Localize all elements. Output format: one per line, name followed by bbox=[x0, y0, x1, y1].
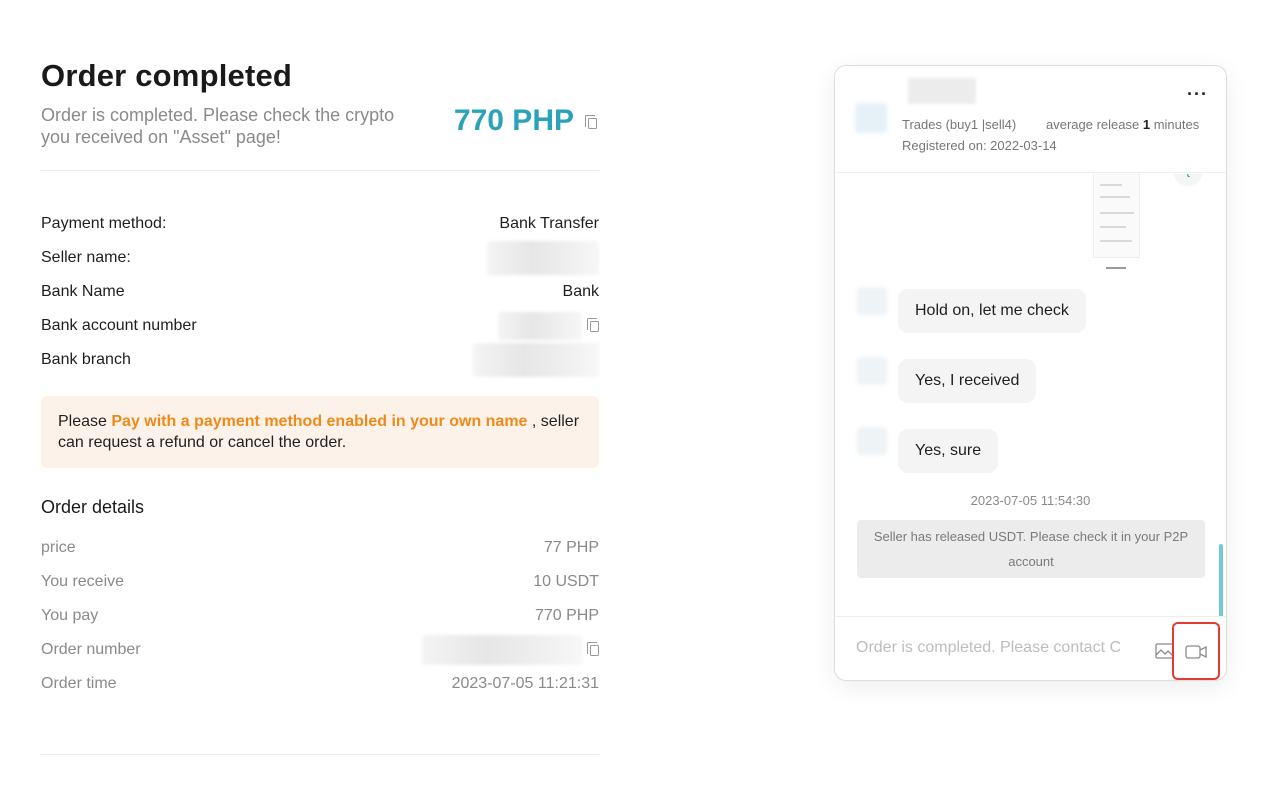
bank-branch-redacted bbox=[473, 343, 599, 377]
notice-highlight: Pay with a payment method enabled in you… bbox=[111, 413, 528, 430]
bank-account-label: Bank account number bbox=[41, 317, 197, 334]
copy-icon[interactable] bbox=[585, 115, 597, 129]
seller-name-label: Seller name: bbox=[41, 249, 131, 266]
more-options-icon[interactable]: ··· bbox=[1187, 84, 1208, 105]
counterparty-name-redacted bbox=[908, 78, 976, 104]
chat-input[interactable] bbox=[856, 639, 1122, 657]
notice-prefix: Please bbox=[58, 413, 112, 430]
video-icon[interactable] bbox=[1185, 645, 1207, 659]
order-amount: 770 PHP bbox=[453, 104, 574, 137]
bank-account-row: Bank account number bbox=[41, 309, 599, 343]
bank-name-label: Bank Name bbox=[41, 283, 125, 300]
price-row: price 77 PHP bbox=[41, 531, 599, 565]
order-number-label: Order number bbox=[41, 641, 141, 658]
pay-row: You pay 770 PHP bbox=[41, 599, 599, 633]
pay-label: You pay bbox=[41, 607, 99, 624]
order-panel: Order completed Order is completed. Plea… bbox=[41, 58, 599, 701]
avatar bbox=[855, 103, 887, 133]
bank-name-row: Bank Name Bank bbox=[41, 275, 599, 309]
order-number-redacted bbox=[422, 635, 582, 665]
message-bubble: Yes, sure bbox=[898, 429, 999, 473]
chat-scrollbar[interactable] bbox=[1219, 544, 1223, 616]
message-bubble: Hold on, let me check bbox=[898, 289, 1086, 333]
thumb-line bbox=[1100, 196, 1130, 198]
receive-row: You receive 10 USDT bbox=[41, 565, 599, 599]
order-time-value: 2023-07-05 11:21:31 bbox=[451, 675, 599, 692]
price-value: 77 PHP bbox=[543, 539, 599, 556]
receive-value: 10 USDT bbox=[533, 573, 599, 590]
message-bubble: Yes, I received bbox=[898, 359, 1037, 403]
average-release: average release 1 minutes bbox=[1046, 117, 1199, 132]
status-message: Order is completed. Please check the cry… bbox=[41, 105, 395, 147]
video-call-button[interactable] bbox=[1172, 622, 1220, 680]
divider bbox=[41, 170, 599, 171]
system-message: Seller has released USDT. Please check i… bbox=[857, 520, 1205, 578]
order-number-value bbox=[422, 635, 599, 665]
payment-info: Payment method: Bank Transfer Seller nam… bbox=[41, 207, 599, 377]
avg-value: 1 bbox=[1142, 117, 1151, 132]
order-time-label: Order time bbox=[41, 675, 117, 692]
seller-name-redacted bbox=[487, 241, 599, 275]
avatar bbox=[857, 287, 887, 315]
order-details: price 77 PHP You receive 10 USDT You pay… bbox=[41, 531, 599, 701]
order-number-row: Order number bbox=[41, 633, 599, 667]
receive-label: You receive bbox=[41, 573, 125, 590]
thumb-line bbox=[1100, 240, 1132, 242]
avg-suffix: minutes bbox=[1150, 117, 1200, 132]
bank-branch-row: Bank branch bbox=[41, 343, 599, 377]
divider bbox=[41, 754, 599, 755]
price-label: price bbox=[41, 539, 76, 556]
message-list[interactable]: t Hold on, let me check Yes, I received … bbox=[835, 174, 1226, 616]
thumbnail-underline bbox=[1106, 267, 1126, 269]
payment-method-value: Bank Transfer bbox=[499, 215, 599, 232]
payment-method-row: Payment method: Bank Transfer bbox=[41, 207, 599, 241]
trades-count: Trades (buy1 |sell4) bbox=[902, 117, 1017, 132]
order-details-title: Order details bbox=[41, 497, 145, 517]
avatar bbox=[857, 357, 887, 385]
copy-icon[interactable] bbox=[587, 317, 599, 332]
message-avatar: t bbox=[1173, 174, 1203, 186]
bank-account-value bbox=[498, 312, 599, 340]
pay-value: 770 PHP bbox=[534, 607, 599, 624]
thumb-line bbox=[1100, 184, 1122, 186]
order-summary: Order is completed. Please check the cry… bbox=[41, 104, 599, 170]
message-timestamp: 2023-07-05 11:54:30 bbox=[970, 493, 1091, 508]
chat-composer bbox=[835, 616, 1226, 680]
order-time-row: Order time 2023-07-05 11:21:31 bbox=[41, 667, 599, 701]
bank-account-redacted bbox=[498, 312, 582, 340]
avg-prefix: average release bbox=[1046, 117, 1143, 132]
registered-date: Registered on: 2022-03-14 bbox=[902, 138, 1057, 153]
seller-name-row: Seller name: bbox=[41, 241, 599, 275]
copy-icon[interactable] bbox=[587, 641, 599, 656]
thumb-line bbox=[1100, 226, 1126, 228]
page-title: Order completed bbox=[41, 58, 293, 93]
screenshot-thumbnail[interactable] bbox=[1093, 174, 1140, 258]
bank-name-value: Bank bbox=[562, 283, 599, 300]
chat-panel: ··· Trades (buy1 |sell4) average release… bbox=[834, 65, 1227, 681]
chat-header: ··· Trades (buy1 |sell4) average release… bbox=[835, 66, 1226, 173]
avatar bbox=[857, 427, 887, 455]
payment-method-label: Payment method: bbox=[41, 215, 167, 232]
thumb-line bbox=[1100, 212, 1134, 214]
payment-notice: Please Pay with a payment method enabled… bbox=[41, 396, 599, 468]
bank-branch-label: Bank branch bbox=[41, 351, 131, 368]
